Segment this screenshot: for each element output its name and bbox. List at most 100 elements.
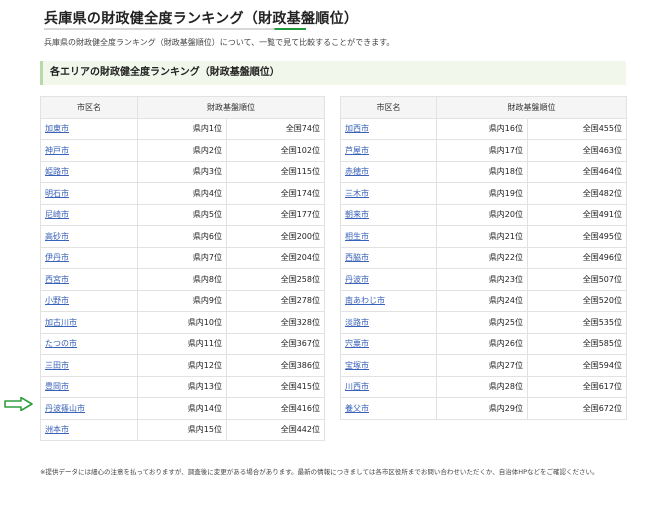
city-link[interactable]: 伊丹市 — [45, 253, 69, 262]
table-row: 朝来市 県内20位 全国491位 — [340, 203, 627, 226]
table-row: 三木市 県内19位 全国482位 — [340, 182, 627, 205]
prefecture-rank: 県内20位 — [436, 203, 528, 226]
city-link[interactable]: 加西市 — [345, 124, 369, 133]
city-link[interactable]: 養父市 — [345, 404, 369, 413]
national-rank: 全国463位 — [527, 139, 627, 162]
prefecture-rank: 県内15位 — [137, 418, 227, 441]
city-cell: 姫路市 — [40, 160, 138, 183]
city-link[interactable]: 相生市 — [345, 232, 369, 241]
city-cell: たつの市 — [40, 332, 138, 355]
city-link[interactable]: 加古川市 — [45, 318, 77, 327]
prefecture-rank: 県内25位 — [436, 311, 528, 334]
city-link[interactable]: 朝来市 — [345, 210, 369, 219]
table-header-row: 市区名 財政基盤順位 — [340, 96, 627, 119]
city-cell: 養父市 — [340, 397, 437, 420]
city-link[interactable]: 豊岡市 — [45, 382, 69, 391]
table-row: 西宮市 県内8位 全国258位 — [40, 268, 325, 291]
city-link[interactable]: 三田市 — [45, 361, 69, 370]
table-row: 三田市 県内12位 全国386位 — [40, 354, 325, 377]
table-header-row: 市区名 財政基盤順位 — [40, 96, 325, 119]
section-heading: 各エリアの財政健全度ランキング（財政基盤順位） — [40, 61, 626, 85]
city-cell: 丹波市 — [340, 268, 437, 291]
national-rank: 全国585位 — [527, 332, 627, 355]
city-cell: 洲本市 — [40, 418, 138, 441]
city-link[interactable]: 三木市 — [345, 189, 369, 198]
city-link[interactable]: 芦屋市 — [345, 146, 369, 155]
national-rank: 全国672位 — [527, 397, 627, 420]
table-row: 宝塚市 県内27位 全国594位 — [340, 354, 627, 377]
city-cell: 伊丹市 — [40, 246, 138, 269]
city-link[interactable]: 淡路市 — [345, 318, 369, 327]
prefecture-rank: 県内26位 — [436, 332, 528, 355]
city-link[interactable]: 洲本市 — [45, 425, 69, 434]
table-row: 西脇市 県内22位 全国496位 — [340, 246, 627, 269]
table-row: 南あわじ市 県内24位 全国520位 — [340, 289, 627, 312]
city-link[interactable]: 加東市 — [45, 124, 69, 133]
prefecture-rank: 県内24位 — [436, 289, 528, 312]
city-cell: 神戸市 — [40, 139, 138, 162]
city-cell: 小野市 — [40, 289, 138, 312]
city-link[interactable]: 西脇市 — [345, 253, 369, 262]
table-row: 高砂市 県内6位 全国200位 — [40, 225, 325, 248]
city-link[interactable]: 神戸市 — [45, 146, 69, 155]
prefecture-rank: 県内22位 — [436, 246, 528, 269]
city-link[interactable]: 宝塚市 — [345, 361, 369, 370]
national-rank: 全国416位 — [226, 397, 325, 420]
city-cell: 宝塚市 — [340, 354, 437, 377]
ranking-table-right: 市区名 財政基盤順位 加西市 県内16位 全国455位 芦屋市 県内17位 全国463位赤… — [340, 96, 627, 420]
national-rank: 全国496位 — [527, 246, 627, 269]
city-cell: 南あわじ市 — [340, 289, 437, 312]
city-link[interactable]: 西宮市 — [45, 275, 69, 284]
city-link[interactable]: 川西市 — [345, 382, 369, 391]
national-rank: 全国174位 — [226, 182, 325, 205]
city-link[interactable]: 尼崎市 — [45, 210, 69, 219]
header-city: 市区名 — [340, 96, 437, 119]
table-row: 川西市 県内28位 全国617位 — [340, 375, 627, 398]
city-link[interactable]: 宍粟市 — [345, 339, 369, 348]
national-rank: 全国535位 — [527, 311, 627, 334]
national-rank: 全国115位 — [226, 160, 325, 183]
city-cell: 西宮市 — [40, 268, 138, 291]
table-row: 明石市 県内4位 全国174位 — [40, 182, 325, 205]
city-link[interactable]: 丹波篠山市 — [45, 404, 85, 413]
table-row: 芦屋市 県内17位 全国463位 — [340, 139, 627, 162]
city-cell: 三田市 — [40, 354, 138, 377]
prefecture-rank: 県内19位 — [436, 182, 528, 205]
prefecture-rank: 県内1位 — [137, 117, 227, 140]
national-rank: 全国74位 — [226, 117, 325, 140]
city-cell: 朝来市 — [340, 203, 437, 226]
prefecture-rank: 県内21位 — [436, 225, 528, 248]
page-title: 兵庫県の財政健全度ランキング（財政基盤順位） — [44, 11, 359, 27]
prefecture-rank: 県内27位 — [436, 354, 528, 377]
table-row: 神戸市 県内2位 全国102位 — [40, 139, 325, 162]
national-rank: 全国204位 — [226, 246, 325, 269]
prefecture-rank: 県内3位 — [137, 160, 227, 183]
table-row: 赤穂市 県内18位 全国464位 — [340, 160, 627, 183]
prefecture-rank: 県内29位 — [436, 397, 528, 420]
city-link[interactable]: 姫路市 — [45, 167, 69, 176]
city-link[interactable]: 小野市 — [45, 296, 69, 305]
prefecture-rank: 県内10位 — [137, 311, 227, 334]
national-rank: 全国482位 — [527, 182, 627, 205]
table-row: 加古川市 県内10位 全国328位 — [40, 311, 325, 334]
national-rank: 全国415位 — [226, 375, 325, 398]
city-cell: 加古川市 — [40, 311, 138, 334]
city-link[interactable]: 赤穂市 — [345, 167, 369, 176]
prefecture-rank: 県内8位 — [137, 268, 227, 291]
national-rank: 全国464位 — [527, 160, 627, 183]
prefecture-rank: 県内23位 — [436, 268, 528, 291]
city-link[interactable]: 明石市 — [45, 189, 69, 198]
city-cell: 三木市 — [340, 182, 437, 205]
table-row: 淡路市 県内25位 全国535位 — [340, 311, 627, 334]
national-rank: 全国328位 — [226, 311, 325, 334]
prefecture-rank: 県内13位 — [137, 375, 227, 398]
city-cell: 丹波篠山市 — [40, 397, 138, 420]
city-link[interactable]: 高砂市 — [45, 232, 69, 241]
national-rank: 全国367位 — [226, 332, 325, 355]
national-rank: 全国386位 — [226, 354, 325, 377]
city-link[interactable]: 南あわじ市 — [345, 296, 385, 305]
national-rank: 全国278位 — [226, 289, 325, 312]
city-link[interactable]: 丹波市 — [345, 275, 369, 284]
city-link[interactable]: たつの市 — [45, 339, 77, 348]
table-row: 宍粟市 県内26位 全国585位 — [340, 332, 627, 355]
